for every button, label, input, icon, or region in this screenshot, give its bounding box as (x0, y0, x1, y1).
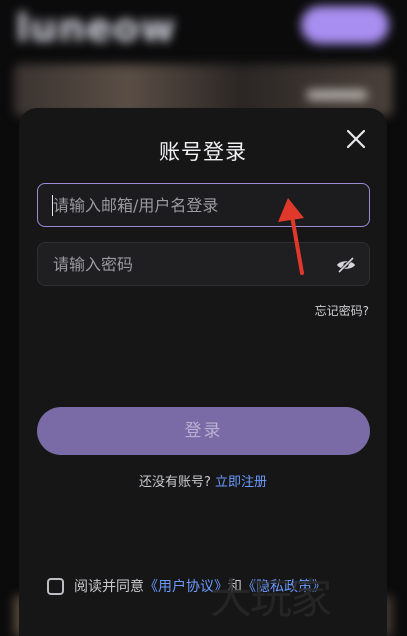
modal-title: 账号登录 (159, 140, 247, 164)
password-field-container (37, 242, 370, 286)
login-modal: 账号登录 忘记密码? 登录 还没有账号? 立即注册 阅读并同意 《用户协议》 和… (19, 108, 387, 636)
watermark: 大玩家 (210, 574, 332, 623)
register-link[interactable]: 立即注册 (215, 475, 267, 490)
register-row: 还没有账号? 立即注册 (19, 471, 387, 490)
background-button (301, 6, 389, 44)
no-account-text: 还没有账号? (138, 475, 211, 490)
email-input[interactable] (38, 184, 369, 226)
login-button[interactable]: 登录 (37, 407, 370, 455)
password-input[interactable] (38, 243, 369, 285)
app-logo: luneow (16, 6, 177, 50)
forgot-password-link[interactable]: 忘记密码? (315, 302, 369, 319)
text-caret (52, 195, 53, 216)
agree-prefix: 阅读并同意 (74, 579, 144, 595)
email-field-container (37, 183, 370, 227)
agree-checkbox[interactable] (47, 577, 64, 595)
background-banner-text (307, 90, 367, 100)
eye-off-icon[interactable] (335, 254, 357, 276)
close-icon[interactable] (345, 128, 367, 150)
